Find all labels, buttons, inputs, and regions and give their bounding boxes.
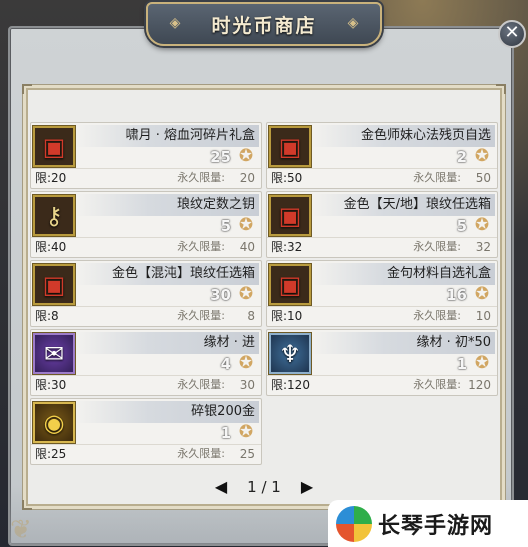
permanent-limit-label: 永久限量: — [177, 171, 225, 184]
permanent-limit-value: 25 — [239, 447, 255, 461]
pagination: ◀ 1 / 1 ▶ — [26, 476, 502, 498]
time-coin-icon: ✪ — [474, 353, 490, 373]
shop-item[interactable]: ▣ 金色【天/地】琅纹任选箱 5 ✪ 限:32 永久限量: 32 — [266, 191, 498, 258]
item-limit: 限:8 — [35, 309, 59, 323]
shop-item[interactable]: ✉ 缘材 · 进 4 ✪ 限:30 永久限量: 30 — [30, 329, 262, 396]
permanent-limit-label: 永久限量: — [413, 309, 461, 322]
item-price: 5 — [456, 217, 467, 235]
permanent-limit-label: 永久限量: — [177, 309, 225, 322]
key-icon[interactable]: ⚷ — [33, 195, 75, 236]
shop-item[interactable]: ▣ 金句材料自选礼盒 16 ✪ 限:10 永久限量: 10 — [266, 260, 498, 327]
item-name: 金句材料自选礼盒 — [386, 266, 491, 281]
prev-page-button[interactable]: ◀ — [215, 476, 227, 498]
permanent-limit-label: 永久限量: — [177, 447, 225, 460]
shop-item[interactable]: ⚷ 琅纹定数之钥 5 ✪ 限:40 永久限量: 40 — [30, 191, 262, 258]
item-grid: ▣ 啸月 · 熔血河碎片礼盒 25 ✪ 限:20 永久限量: 20 ▣ 金色师妹… — [30, 122, 498, 465]
time-coin-icon: ✪ — [238, 284, 254, 304]
item-price: 25 — [210, 148, 231, 166]
site-watermark: 长琴手游网 — [328, 500, 528, 547]
permanent-limit-label: 永久限量: — [177, 240, 225, 253]
rune-icon[interactable]: ♆ — [269, 333, 311, 374]
time-coin-icon: ✪ — [238, 215, 254, 235]
chest-icon[interactable]: ▣ — [33, 126, 75, 167]
close-button[interactable]: ✕ — [498, 20, 526, 48]
shop-item[interactable]: ◉ 碎银200金 1 ✪ 限:25 永久限量: 25 — [30, 398, 262, 465]
item-price: 16 — [446, 286, 467, 304]
shop-item[interactable]: ▣ 啸月 · 熔血河碎片礼盒 25 ✪ 限:20 永久限量: 20 — [30, 122, 262, 189]
item-limit: 限:40 — [35, 240, 67, 254]
time-coin-icon: ✪ — [238, 422, 254, 442]
chest-icon[interactable]: ▣ — [269, 126, 311, 167]
window-title: 时光币商店 — [211, 14, 317, 37]
time-coin-icon: ✪ — [238, 353, 254, 373]
chest-icon[interactable]: ▣ — [33, 264, 75, 305]
scroll-icon[interactable]: ✉ — [33, 333, 75, 374]
chest-icon[interactable]: ▣ — [269, 195, 311, 236]
page-indicator: 1 / 1 — [247, 478, 281, 496]
chest-icon[interactable]: ▣ — [269, 264, 311, 305]
copper-coin-icon[interactable]: ◉ — [33, 402, 75, 443]
permanent-limit-label: 永久限量: — [413, 378, 461, 391]
time-coin-icon: ✪ — [474, 215, 490, 235]
permanent-limit-value: 120 — [468, 378, 491, 392]
item-limit: 限:120 — [271, 378, 310, 392]
permanent-limit-value: 30 — [239, 378, 255, 392]
item-name: 碎银200金 — [191, 404, 255, 419]
time-coin-icon: ✪ — [474, 146, 490, 166]
item-name: 金色【天/地】琅纹任选箱 — [343, 197, 491, 212]
item-limit: 限:50 — [271, 171, 303, 185]
permanent-limit-label: 永久限量: — [413, 171, 461, 184]
item-name: 金色【混沌】琅纹任选箱 — [111, 266, 255, 281]
item-name: 缘材 · 进 — [203, 335, 255, 350]
item-price: 4 — [220, 355, 231, 373]
permanent-limit-label: 永久限量: — [177, 378, 225, 391]
item-name: 琅纹定数之钥 — [176, 197, 255, 212]
permanent-limit-value: 50 — [475, 171, 491, 185]
time-coin-icon: ✪ — [238, 146, 254, 166]
item-limit: 限:20 — [35, 171, 67, 185]
item-name: 缘材 · 初*50 — [416, 335, 491, 350]
permanent-limit-value: 40 — [239, 240, 255, 254]
title-ornament-icon: ◈ — [169, 15, 181, 31]
title-plate: ◈ 时光币商店 ◈ — [146, 2, 382, 46]
permanent-limit-value: 20 — [239, 171, 255, 185]
site-logo-icon — [336, 505, 372, 542]
item-price: 5 — [220, 217, 231, 235]
next-page-button[interactable]: ▶ — [301, 476, 313, 498]
item-name: 金色师妹心法残页自选 — [360, 128, 491, 143]
item-limit: 限:25 — [35, 447, 67, 461]
watermark-text: 长琴手游网 — [378, 513, 494, 539]
item-price: 1 — [456, 355, 467, 373]
item-limit: 限:30 — [35, 378, 67, 392]
item-limit: 限:32 — [271, 240, 303, 254]
shop-item[interactable]: ▣ 金色【混沌】琅纹任选箱 30 ✪ 限:8 永久限量: 8 — [30, 260, 262, 327]
item-price: 30 — [210, 286, 231, 304]
item-name: 啸月 · 熔血河碎片礼盒 — [125, 128, 255, 143]
permanent-limit-value: 8 — [247, 309, 255, 323]
item-price: 2 — [456, 148, 467, 166]
permanent-limit-value: 32 — [475, 240, 491, 254]
time-coin-icon: ✪ — [474, 284, 490, 304]
item-price: 1 — [220, 424, 231, 442]
title-ornament-icon: ◈ — [347, 15, 359, 31]
permanent-limit-label: 永久限量: — [413, 240, 461, 253]
shop-item[interactable]: ▣ 金色师妹心法残页自选 2 ✪ 限:50 永久限量: 50 — [266, 122, 498, 189]
item-limit: 限:10 — [271, 309, 303, 323]
leaf-ornament-icon: ❦ — [10, 515, 32, 545]
shop-item[interactable]: ♆ 缘材 · 初*50 1 ✪ 限:120 永久限量: 120 — [266, 329, 498, 396]
permanent-limit-value: 10 — [475, 309, 491, 323]
